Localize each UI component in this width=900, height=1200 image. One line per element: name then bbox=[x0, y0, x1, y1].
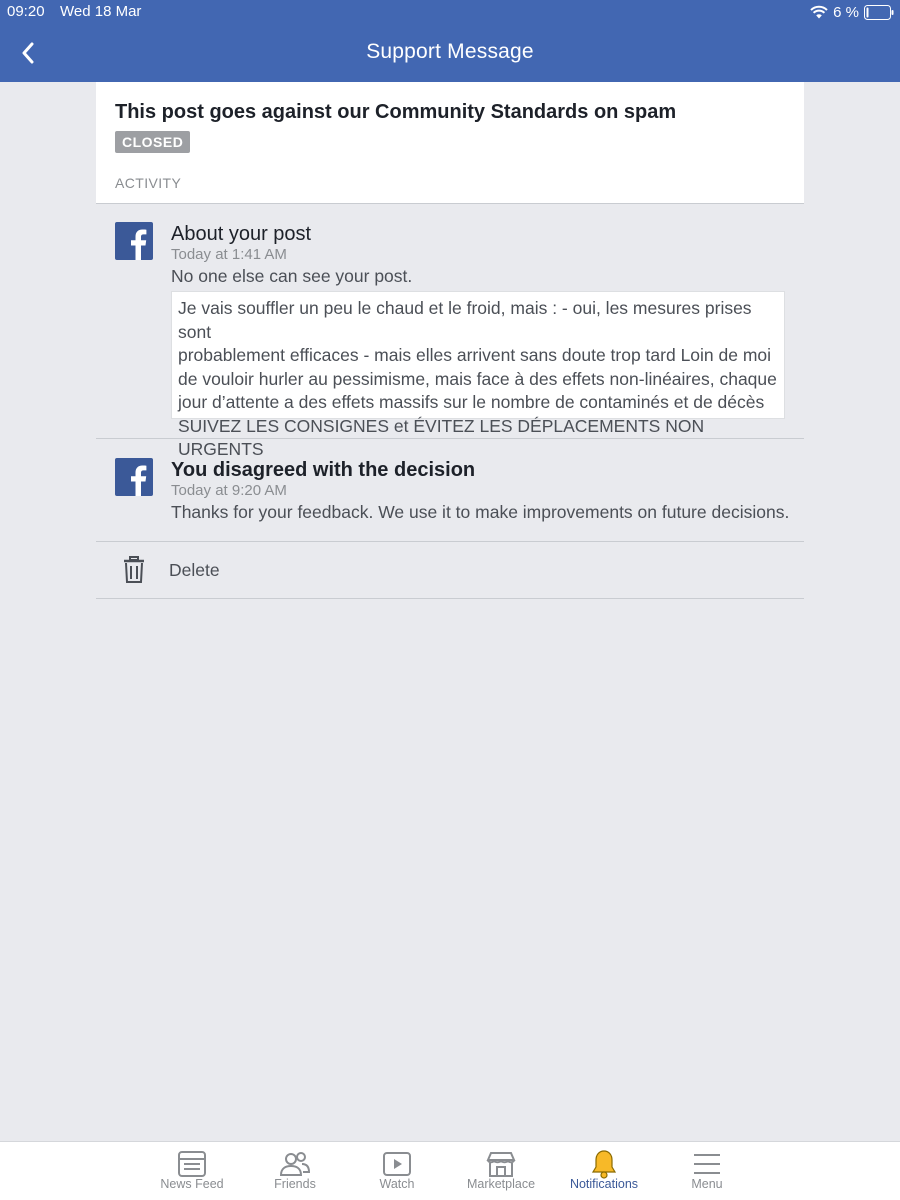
divider bbox=[96, 438, 804, 439]
tab-watch[interactable]: Watch bbox=[347, 1142, 447, 1200]
activity-description: No one else can see your post. bbox=[171, 266, 413, 286]
post-content-box: Je vais souffler un peu le chaud et le f… bbox=[171, 291, 785, 459]
status-time: 09:20 bbox=[7, 3, 45, 20]
menu-icon bbox=[694, 1154, 720, 1174]
tab-label: News Feed bbox=[160, 1177, 224, 1191]
activity-section-label: ACTIVITY bbox=[115, 175, 182, 191]
status-indicators: 6 % bbox=[810, 3, 894, 21]
page-title: Support Message bbox=[366, 40, 534, 63]
delete-label: Delete bbox=[169, 560, 220, 580]
tab-label: Marketplace bbox=[466, 1177, 536, 1191]
tab-bar: News Feed Friends Watch Marketplace Noti… bbox=[0, 1141, 900, 1200]
tab-marketplace[interactable]: Marketplace bbox=[451, 1142, 551, 1200]
tab-news-feed[interactable]: News Feed bbox=[142, 1142, 242, 1200]
facebook-logo-icon bbox=[115, 458, 153, 496]
tab-label: Menu bbox=[691, 1177, 723, 1191]
bell-icon bbox=[591, 1150, 617, 1179]
marketplace-icon bbox=[486, 1152, 516, 1177]
divider bbox=[96, 598, 804, 599]
post-text-line: Je vais souffler un peu le chaud et le f… bbox=[178, 298, 752, 342]
status-badge: CLOSED bbox=[115, 131, 191, 153]
support-message-card: This post goes against our Community Sta… bbox=[96, 82, 804, 203]
facebook-logo-icon bbox=[115, 222, 153, 260]
news-feed-icon bbox=[178, 1151, 206, 1177]
activity-timestamp: Today at 1:41 AM bbox=[171, 246, 287, 263]
activity-description: Thanks for your feedback. We use it to m… bbox=[171, 502, 790, 522]
header: 09:20 Wed 18 Mar 6 % Support Message bbox=[0, 0, 900, 82]
wifi-icon bbox=[810, 5, 828, 19]
tab-label: Watch bbox=[379, 1177, 415, 1191]
watch-icon bbox=[383, 1152, 411, 1176]
status-date: Wed 18 Mar bbox=[60, 3, 142, 20]
activity-timestamp: Today at 9:20 AM bbox=[171, 482, 287, 499]
post-text-line: de vouloir hurler au pessimisme, mais fa… bbox=[178, 368, 777, 389]
divider bbox=[96, 203, 804, 204]
trash-icon bbox=[124, 556, 144, 583]
tab-friends[interactable]: Friends bbox=[245, 1142, 345, 1200]
tab-label: Notifications bbox=[569, 1177, 639, 1191]
delete-button[interactable]: Delete bbox=[96, 542, 804, 598]
friends-icon bbox=[279, 1152, 311, 1176]
tab-label: Friends bbox=[274, 1177, 316, 1191]
activity-title: You disagreed with the decision bbox=[171, 459, 476, 481]
battery-percent: 6 % bbox=[833, 3, 859, 21]
tab-notifications[interactable]: Notifications bbox=[554, 1142, 654, 1200]
card-title: This post goes against our Community Sta… bbox=[115, 101, 677, 123]
post-text-line: jour d’attente a des effets massifs sur … bbox=[178, 392, 765, 412]
post-text-line: probablement efficaces - mais elles arri… bbox=[178, 345, 772, 365]
tab-menu[interactable]: Menu bbox=[657, 1142, 757, 1200]
battery-icon bbox=[864, 4, 894, 20]
activity-title: About your post bbox=[171, 223, 312, 245]
